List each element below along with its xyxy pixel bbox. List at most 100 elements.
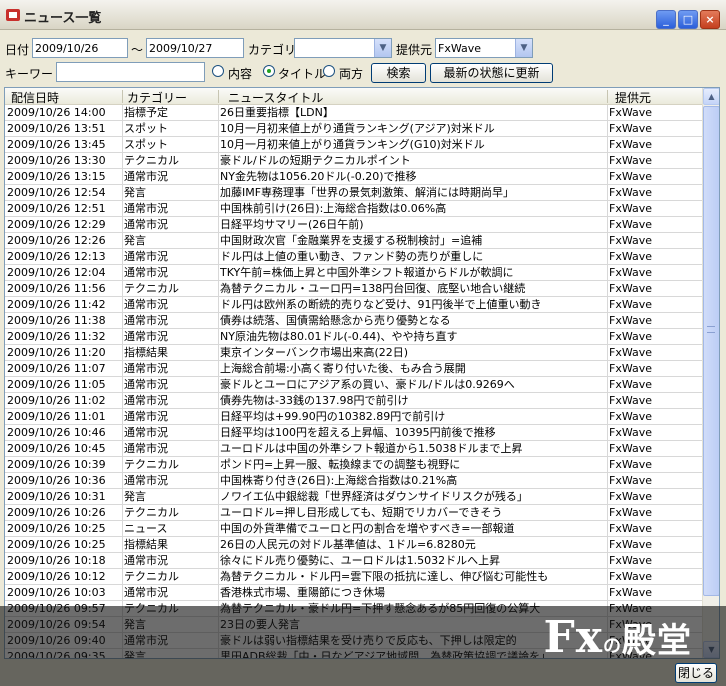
cell-provider: FxWave [609, 346, 653, 359]
cell-category: 通常市況 [124, 218, 168, 231]
cell-category: 発言 [124, 234, 146, 247]
chevron-down-icon: ▼ [374, 39, 391, 57]
cell-datetime: 2009/10/26 13:15 [7, 170, 106, 183]
provider-label: 提供元 [396, 43, 433, 57]
column-separator[interactable] [607, 90, 608, 103]
cell-datetime: 2009/10/26 11:38 [7, 314, 106, 327]
cell-datetime: 2009/10/26 13:45 [7, 138, 106, 151]
header-title[interactable]: ニュースタイトル [228, 89, 323, 106]
table-row[interactable]: 2009/10/26 10:12 テクニカル 為替テクニカル・ドル円=雲下限の抵抗に… [5, 569, 703, 585]
cell-title: 為替テクニカル・ドル円=雲下限の抵抗に達し、伸び悩む可能性も [220, 570, 549, 583]
table-row[interactable]: 2009/10/26 10:36 通常市況 中国株寄り付き(26日):上海総合指数は… [5, 473, 703, 489]
cell-datetime: 2009/10/26 11:20 [7, 346, 106, 359]
cell-provider: FxWave [609, 106, 653, 119]
table-row[interactable]: 2009/10/26 12:51 通常市況 中国株前引け(26日):上海総合指数は0… [5, 201, 703, 217]
maximize-button[interactable]: □ [678, 10, 698, 29]
date-to-input[interactable] [146, 38, 244, 58]
cell-title: NY金先物は1056.20ドル(-0.20)で推移 [220, 170, 417, 183]
table-row[interactable]: 2009/10/26 10:26 テクニカル ユーロドル=押し目形成しても、短期でリ… [5, 505, 703, 521]
table-row[interactable]: 2009/10/26 13:45 スポット 10月一月初来値上がり通貨ランキング(G… [5, 137, 703, 153]
table-row[interactable]: 2009/10/26 12:26 発言 中国財政次官「金融業界を支援する税制検討」=… [5, 233, 703, 249]
cell-datetime: 2009/10/26 12:51 [7, 202, 106, 215]
cell-title: 26日の人民元の対ドル基準値は、1ドル=6.8280元 [220, 538, 476, 551]
cell-category: 指標予定 [124, 106, 168, 119]
table-row[interactable]: 2009/10/26 10:25 指標結果 26日の人民元の対ドル基準値は、1ドル=… [5, 537, 703, 553]
cell-title: ポンド円=上昇一服、転換線までの調整も視野に [220, 458, 461, 471]
chevron-down-icon: ▼ [515, 39, 532, 57]
cell-category: 通常市況 [124, 442, 168, 455]
news-grid: 配信日時 カテゴリー ニュースタイトル 提供元 2009/10/26 14:00… [4, 87, 720, 659]
cell-provider: FxWave [609, 234, 653, 247]
table-row[interactable]: 2009/10/26 10:25 ニュース 中国の外貨準備でユーロと円の割合を増やす… [5, 521, 703, 537]
title-bar: ニュース一覧 _ □ × [0, 0, 726, 30]
table-row[interactable]: 2009/10/26 11:05 通常市況 豪ドルとユーロにアジア系の買い、豪ドル/… [5, 377, 703, 393]
table-row[interactable]: 2009/10/26 12:13 通常市況 ドル円は上値の重い動き、ファンド勢の売り… [5, 249, 703, 265]
column-separator[interactable] [218, 90, 219, 103]
refresh-button[interactable]: 最新の状態に更新 [430, 63, 553, 83]
header-provider[interactable]: 提供元 [615, 89, 651, 106]
cell-datetime: 2009/10/26 10:46 [7, 426, 106, 439]
table-row[interactable]: 2009/10/26 13:51 スポット 10月一月初来値上がり通貨ランキング(ア… [5, 121, 703, 137]
cell-datetime: 2009/10/26 12:26 [7, 234, 106, 247]
provider-select-value: FxWave [438, 42, 482, 55]
table-row[interactable]: 2009/10/26 11:01 通常市況 日経平均は+99.90円の10382.8… [5, 409, 703, 425]
keyword-input[interactable] [56, 62, 205, 82]
table-row[interactable]: 2009/10/26 11:32 通常市況 NY原油先物は80.01ドル(-0.44… [5, 329, 703, 345]
category-select[interactable]: ▼ [294, 38, 392, 58]
header-category[interactable]: カテゴリー [127, 89, 187, 106]
cell-provider: FxWave [609, 554, 653, 567]
cell-provider: FxWave [609, 362, 653, 375]
cell-title: 上海総合前場:小高く寄り付いた後、もみ合う展開 [220, 362, 466, 375]
search-button[interactable]: 検索 [371, 63, 426, 83]
table-row[interactable]: 2009/10/26 11:42 通常市況 ドル円は欧州系の断続的売りなど受け、91… [5, 297, 703, 313]
table-row[interactable]: 2009/10/26 10:18 通常市況 徐々にドル売り優勢に、ユーロドルは1.5… [5, 553, 703, 569]
table-row[interactable]: 2009/10/26 14:00 指標予定 26日重要指標【LDN】 FxWave [5, 105, 703, 121]
scroll-thumb[interactable] [703, 106, 719, 596]
table-row[interactable]: 2009/10/26 10:39 テクニカル ポンド円=上昇一服、転換線までの調整も… [5, 457, 703, 473]
cell-category: 通常市況 [124, 378, 168, 391]
table-row[interactable]: 2009/10/26 11:38 通常市況 債券は続落、国債需給懸念から売り優勢とな… [5, 313, 703, 329]
radio-title[interactable] [263, 65, 275, 77]
cell-title: 香港株式市場、重陽節につき休場 [220, 586, 385, 599]
cell-datetime: 2009/10/26 10:25 [7, 538, 106, 551]
cell-category: ニュース [124, 522, 168, 535]
table-row[interactable]: 2009/10/26 10:31 発言 ノワイエ仏中銀総裁「世界経済はダウンサイドリ… [5, 489, 703, 505]
cell-datetime: 2009/10/26 14:00 [7, 106, 106, 119]
table-row[interactable]: 2009/10/26 10:03 通常市況 香港株式市場、重陽節につき休場 FxWav… [5, 585, 703, 601]
cell-datetime: 2009/10/26 12:54 [7, 186, 106, 199]
cell-datetime: 2009/10/26 12:04 [7, 266, 106, 279]
radio-content[interactable] [212, 65, 224, 77]
cell-category: 発言 [124, 490, 146, 503]
table-row[interactable]: 2009/10/26 12:29 通常市況 日経平均サマリー(26日午前) FxWav… [5, 217, 703, 233]
cell-title: 中国の外貨準備でユーロと円の割合を増やすべき=一部報道 [220, 522, 515, 535]
table-row[interactable]: 2009/10/26 11:56 テクニカル 為替テクニカル・ユーロ円=138円台回… [5, 281, 703, 297]
table-row[interactable]: 2009/10/26 10:45 通常市況 ユーロドルは中国の外準シフト報道から1.… [5, 441, 703, 457]
column-separator[interactable] [122, 90, 123, 103]
provider-select[interactable]: FxWave ▼ [435, 38, 533, 58]
cell-title: ドル円は上値の重い動き、ファンド勢の売りが重しに [220, 250, 484, 263]
date-from-input[interactable] [32, 38, 128, 58]
table-row[interactable]: 2009/10/26 11:20 指標結果 東京インターバンク市場出来高(22日) F… [5, 345, 703, 361]
radio-both[interactable] [323, 65, 335, 77]
vertical-scrollbar[interactable]: ▲ ▼ [702, 88, 719, 658]
watermark-logo: Fxの殿堂 [544, 612, 692, 663]
cell-title: 債券先物は-33銭の137.98円で前引け [220, 394, 409, 407]
header-datetime[interactable]: 配信日時 [11, 89, 59, 106]
cell-title: 東京インターバンク市場出来高(22日) [220, 346, 409, 359]
table-row[interactable]: 2009/10/26 13:30 テクニカル 豪ドル/ドルの短期テクニカルポイント F… [5, 153, 703, 169]
cell-provider: FxWave [609, 170, 653, 183]
table-row[interactable]: 2009/10/26 11:02 通常市況 債券先物は-33銭の137.98円で前引… [5, 393, 703, 409]
cell-provider: FxWave [609, 442, 653, 455]
close-button[interactable]: 閉じる [675, 663, 717, 683]
minimize-button[interactable]: _ [656, 10, 676, 29]
table-row[interactable]: 2009/10/26 13:15 通常市況 NY金先物は1056.20ドル(-0.2… [5, 169, 703, 185]
cell-category: 通常市況 [124, 362, 168, 375]
table-row[interactable]: 2009/10/26 11:07 通常市況 上海総合前場:小高く寄り付いた後、もみ合… [5, 361, 703, 377]
table-row[interactable]: 2009/10/26 10:46 通常市況 日経平均は100円を超える上昇幅、103… [5, 425, 703, 441]
table-row[interactable]: 2009/10/26 12:04 通常市況 TKY午前=株価上昇と中国外準シフト報道… [5, 265, 703, 281]
cell-title: 為替テクニカル・ユーロ円=138円台回復、底堅い地合い継続 [220, 282, 526, 295]
table-row[interactable]: 2009/10/26 12:54 発言 加藤IMF専務理事「世界の景気刺激策、解消に… [5, 185, 703, 201]
scroll-up-icon[interactable]: ▲ [703, 88, 719, 105]
close-window-button[interactable]: × [700, 10, 720, 29]
cell-provider: FxWave [609, 506, 653, 519]
